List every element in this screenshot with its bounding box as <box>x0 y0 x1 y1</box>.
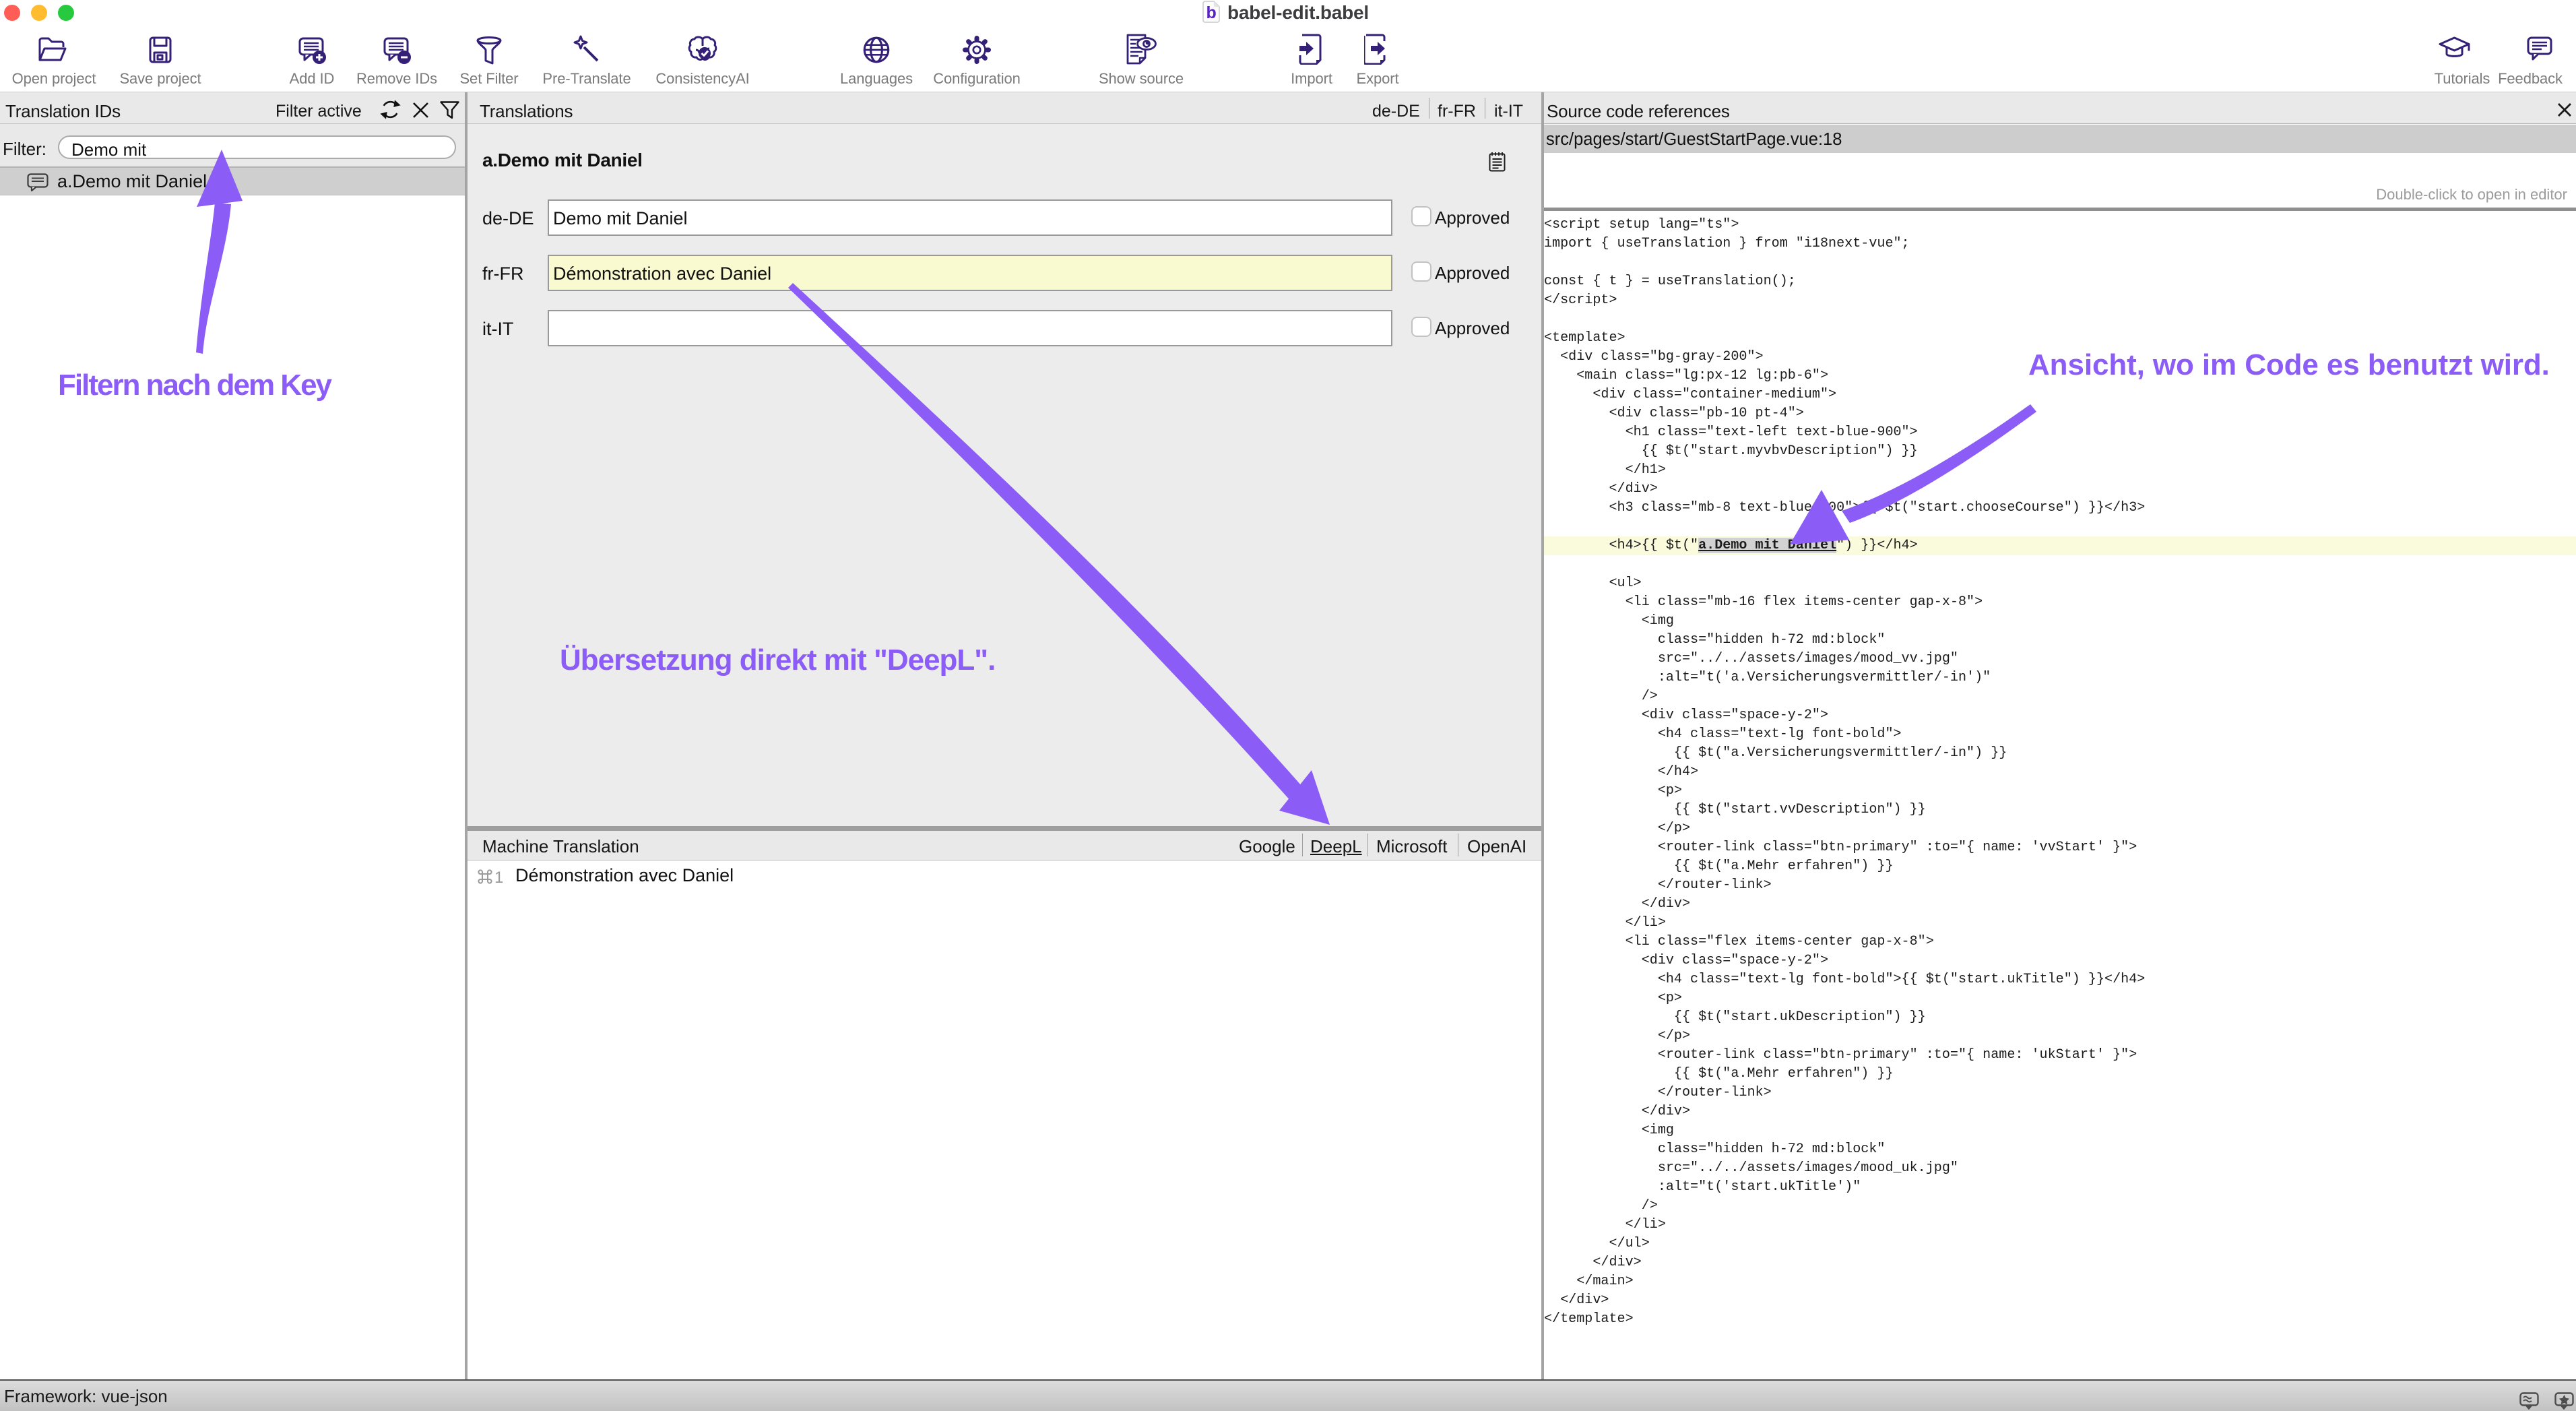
svg-text:b: b <box>1206 3 1217 22</box>
